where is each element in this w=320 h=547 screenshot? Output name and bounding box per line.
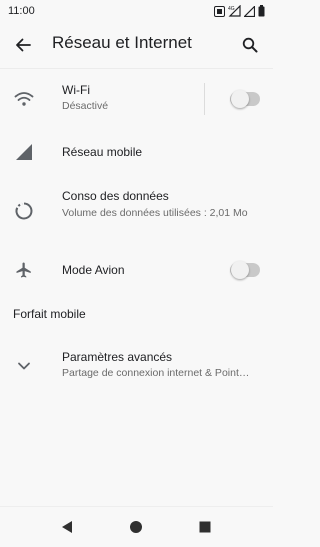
mobile-network-row[interactable]: Réseau mobile: [0, 132, 273, 172]
app-bar-divider: [0, 68, 273, 69]
section-header-forfait: Forfait mobile: [13, 307, 86, 321]
status-bar: 11:00 4G: [0, 0, 273, 22]
airplane-mode-toggle-knob: [231, 261, 249, 279]
wifi-toggle-knob: [231, 90, 249, 108]
data-usage-row[interactable]: Conso des données Volume des données uti…: [0, 182, 273, 238]
wifi-icon: [14, 89, 34, 109]
data-usage-detail: Volume des données utilisées : 2,01 Mo: [62, 207, 248, 219]
status-time: 11:00: [8, 5, 35, 17]
airplane-mode-label: Mode Avion: [62, 263, 125, 277]
wifi-label: Wi-Fi: [62, 83, 90, 97]
advanced-settings-detail: Partage de connexion internet & Point…: [62, 367, 250, 379]
wifi-separator: [204, 83, 205, 115]
chevron-down-icon: [14, 356, 34, 376]
battery-icon: [258, 5, 265, 17]
recents-square-icon: [199, 521, 211, 533]
sim-card-icon: [214, 5, 225, 17]
svg-text:4G: 4G: [228, 6, 235, 12]
back-triangle-icon: [62, 521, 72, 533]
back-arrow-icon: [16, 38, 31, 52]
navigation-bar: [0, 506, 273, 547]
nav-home-button[interactable]: [128, 519, 144, 535]
search-icon: [242, 37, 258, 53]
airplane-mode-toggle[interactable]: [230, 261, 260, 279]
app-bar: Réseau et Internet: [0, 22, 273, 68]
mobile-data-signal-icon: 4G: [228, 5, 241, 17]
wifi-status: Désactivé: [62, 100, 109, 112]
status-icons: 4G: [214, 5, 265, 17]
advanced-settings-row[interactable]: Paramètres avancés Partage de connexion …: [0, 344, 273, 386]
data-usage-label: Conso des données: [62, 189, 169, 203]
advanced-settings-label: Paramètres avancés: [62, 350, 173, 364]
home-circle-icon: [130, 521, 142, 533]
signal-icon: [244, 5, 255, 17]
back-button[interactable]: [12, 34, 34, 56]
cell-signal-icon: [14, 142, 34, 162]
search-button[interactable]: [239, 34, 261, 56]
nav-back-button[interactable]: [59, 519, 75, 535]
airplane-icon: [14, 260, 34, 280]
mobile-network-label: Réseau mobile: [62, 145, 143, 159]
data-usage-icon: [14, 201, 34, 221]
page-title: Réseau et Internet: [52, 33, 192, 52]
wifi-toggle[interactable]: [230, 90, 260, 108]
nav-recents-button[interactable]: [197, 519, 213, 535]
